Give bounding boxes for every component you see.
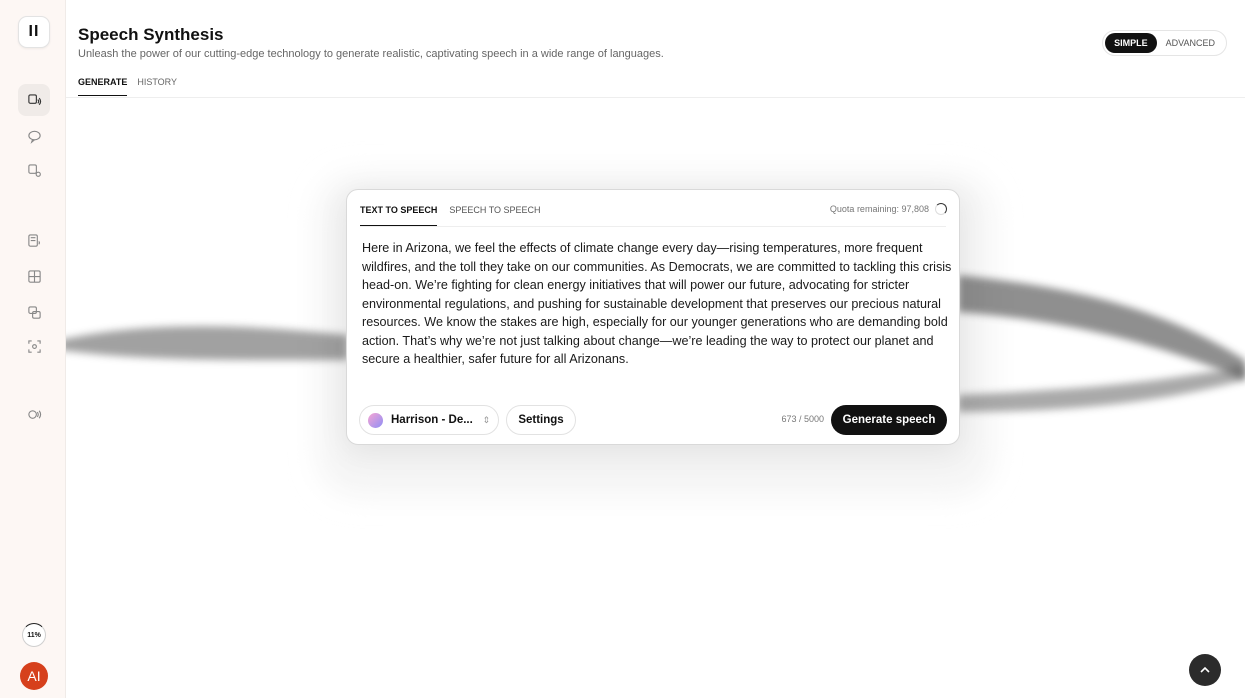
dubbing-icon — [27, 305, 41, 319]
mode-toggle: SIMPLE ADVANCED — [1102, 30, 1227, 56]
nav-speech-synthesis[interactable] — [18, 84, 50, 116]
sidebar: II 11% AI — [0, 0, 66, 698]
nav-voice-settings[interactable] — [18, 154, 50, 186]
nav-dubbing[interactable] — [18, 296, 50, 328]
page-tabs: GENERATE HISTORY — [78, 77, 177, 96]
page-header: Speech Synthesis Unleash the power of ou… — [66, 0, 1245, 98]
page-subtitle: Unleash the power of our cutting-edge te… — [78, 48, 664, 60]
page-title: Speech Synthesis — [78, 25, 224, 44]
chat-bubble-icon — [27, 130, 41, 144]
nav-voice-isolator[interactable] — [18, 330, 50, 362]
voice-select[interactable]: Harrison - De... ⇕ — [359, 405, 499, 435]
card-divider — [360, 226, 946, 227]
mode-advanced-button[interactable]: ADVANCED — [1157, 33, 1224, 53]
settings-button[interactable]: Settings — [506, 405, 576, 435]
generate-speech-button[interactable]: Generate speech — [831, 405, 947, 435]
grid-layout-icon — [27, 269, 41, 283]
chevron-updown-icon: ⇕ — [482, 414, 490, 425]
voice-settings-icon — [27, 163, 41, 177]
tab-speech-to-speech[interactable]: SPEECH TO SPEECH — [449, 205, 540, 226]
speech-synthesis-icon — [27, 93, 41, 105]
mode-simple-button[interactable]: SIMPLE — [1105, 33, 1157, 53]
tab-generate[interactable]: GENERATE — [78, 77, 128, 96]
nav-grid-layout[interactable] — [18, 260, 50, 292]
usage-indicator[interactable]: 11% — [22, 623, 46, 647]
voice-name: Harrison - De... — [391, 414, 473, 426]
tab-history[interactable]: HISTORY — [137, 77, 177, 96]
tts-card: TEXT TO SPEECH SPEECH TO SPEECH Quota re… — [346, 189, 960, 445]
quota-indicator: Quota remaining: 97,808 — [830, 203, 947, 215]
quota-text: Quota remaining: 97,808 — [829, 204, 929, 214]
chevron-up-icon — [1200, 666, 1210, 673]
character-count: 673 / 5000 — [781, 414, 824, 424]
audio-wave-icon — [27, 409, 41, 419]
nav-document-audio[interactable] — [18, 224, 50, 256]
nav-audio-wave[interactable] — [18, 398, 50, 430]
avatar[interactable]: AI — [20, 662, 48, 690]
voice-isolator-icon — [27, 339, 41, 353]
tab-text-to-speech[interactable]: TEXT TO SPEECH — [360, 205, 438, 226]
text-input[interactable]: Here in Arizona, we feel the effects of … — [362, 239, 952, 369]
scroll-top-button[interactable] — [1189, 654, 1221, 686]
collapse-sidebar-button[interactable]: II — [18, 16, 50, 48]
document-audio-icon — [27, 233, 40, 247]
nav-chat[interactable] — [18, 120, 50, 152]
card-tabs: TEXT TO SPEECH SPEECH TO SPEECH — [360, 205, 541, 226]
voice-avatar-icon — [368, 412, 383, 428]
quota-ring-icon — [935, 203, 947, 215]
